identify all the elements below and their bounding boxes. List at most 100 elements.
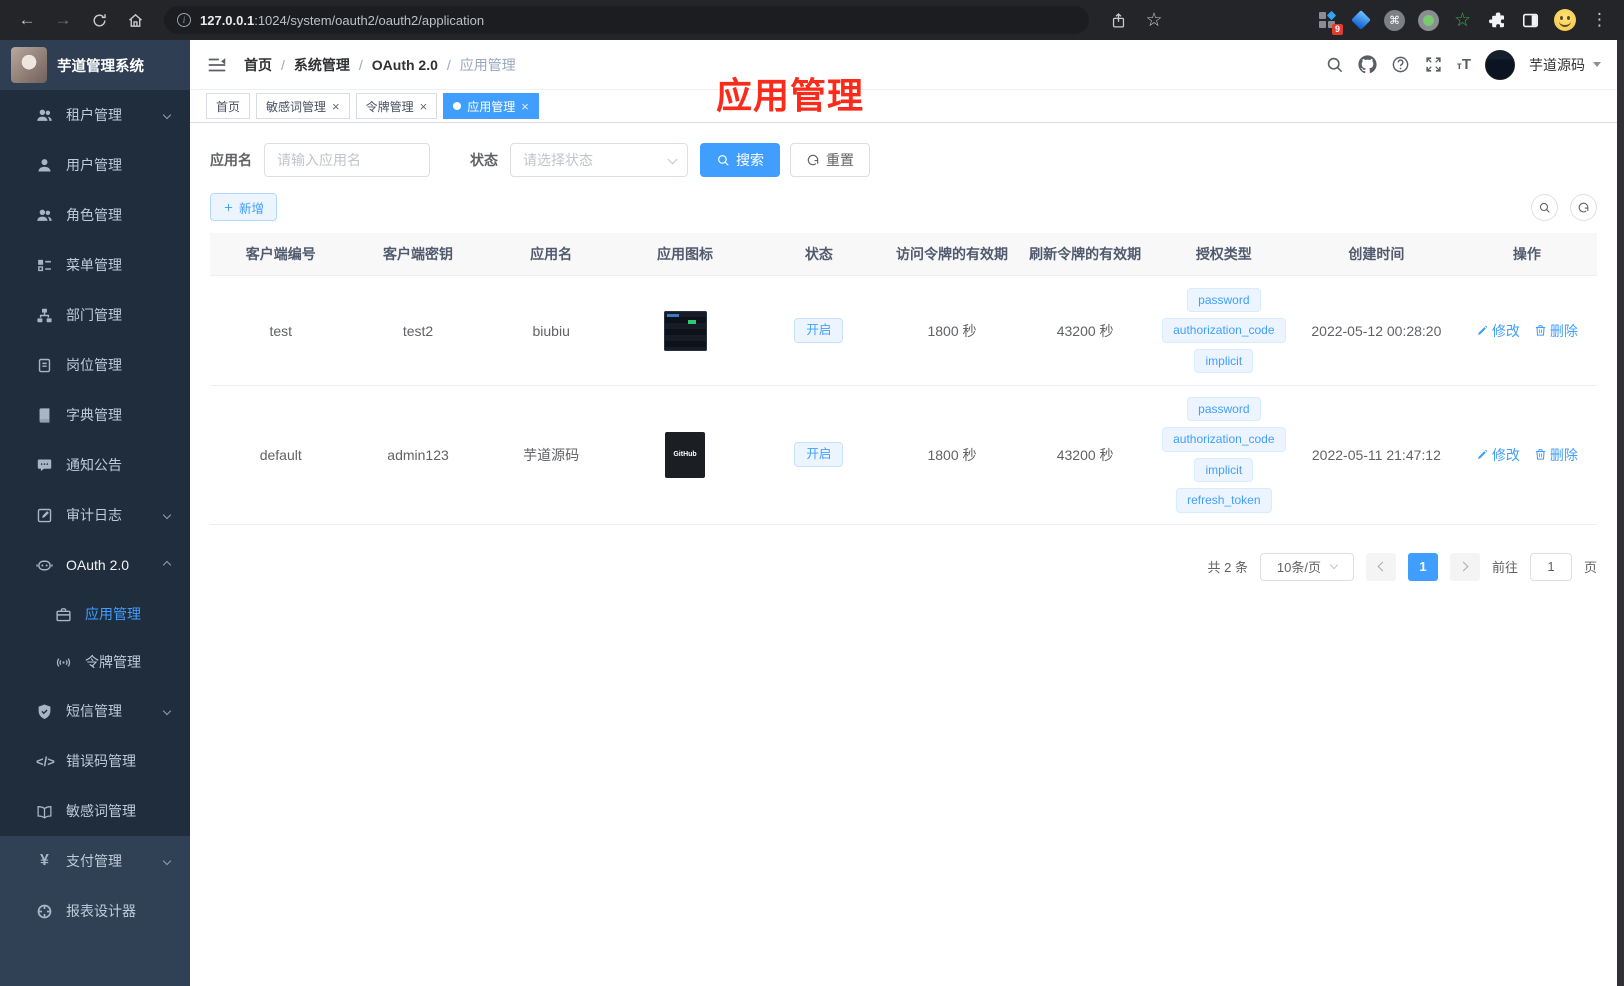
- delete-link[interactable]: 删除: [1534, 445, 1578, 465]
- chevron-down-icon: [162, 510, 172, 520]
- next-page-button[interactable]: [1449, 552, 1480, 581]
- edit-link[interactable]: 修改: [1476, 445, 1520, 465]
- tab-sensitive-word[interactable]: 敏感词管理 ×: [256, 93, 350, 119]
- sidebar-item-user[interactable]: 用户管理: [0, 140, 190, 190]
- sidebar-item-report-designer[interactable]: 报表设计器: [0, 886, 190, 936]
- sidebar-item-oauth2-application[interactable]: 应用管理: [0, 590, 190, 638]
- show-search-button[interactable]: [1531, 193, 1558, 221]
- close-icon[interactable]: ×: [332, 100, 340, 113]
- browser-menu-icon[interactable]: ⋮: [1587, 10, 1612, 30]
- side-panel-icon[interactable]: [1519, 9, 1542, 32]
- sidebar-item-tenant[interactable]: 租户管理: [0, 90, 190, 140]
- chevron-down-icon: [1329, 560, 1339, 570]
- extension-badge: 9: [1331, 23, 1343, 35]
- sidebar-item-post[interactable]: 岗位管理: [0, 340, 190, 390]
- user-avatar[interactable]: [1485, 49, 1515, 80]
- total-count: 共 2 条: [1207, 560, 1248, 576]
- sidebar-collapse-icon[interactable]: [206, 54, 228, 76]
- cell-actions: 修改 删除: [1457, 437, 1597, 473]
- tab-token[interactable]: 令牌管理 ×: [355, 93, 438, 119]
- fullscreen-icon[interactable]: [1424, 55, 1443, 74]
- sidebar-item-notice[interactable]: 通知公告: [0, 440, 190, 490]
- cell-grant-types: password authorization_code implicit: [1152, 277, 1296, 384]
- grant-type-tag: password: [1187, 287, 1261, 313]
- breadcrumb-system[interactable]: 系统管理: [294, 55, 350, 75]
- app-name-input[interactable]: [264, 143, 430, 177]
- table-row: default admin123 芋道源码 GitHub 开启 1800 秒 4…: [210, 386, 1597, 525]
- profile-avatar-icon[interactable]: [1553, 9, 1576, 32]
- breadcrumb-home[interactable]: 首页: [244, 55, 272, 75]
- sidebar-item-menu[interactable]: 菜单管理: [0, 240, 190, 290]
- extension-kite-icon[interactable]: [1349, 9, 1372, 32]
- page-size-select[interactable]: 10条/页: [1259, 552, 1354, 581]
- tab-home[interactable]: 首页: [206, 93, 251, 119]
- table-header-row: 客户端编号 客户端密钥 应用名 应用图标 状态 访问令牌的有效期 刷新令牌的有效…: [210, 233, 1597, 276]
- cell-access-validity: 1800 秒: [927, 446, 977, 463]
- search-icon[interactable]: [1325, 55, 1344, 74]
- prev-page-button[interactable]: [1365, 552, 1396, 581]
- user-menu-caret-icon[interactable]: [1593, 62, 1601, 67]
- github-icon[interactable]: [1358, 55, 1377, 74]
- plus-icon: [224, 203, 233, 211]
- extension-command-icon[interactable]: ⌘: [1383, 9, 1406, 32]
- current-page-button[interactable]: 1: [1407, 552, 1438, 581]
- close-icon[interactable]: ×: [521, 100, 529, 113]
- pagination: 共 2 条 10条/页 1 前往 页: [210, 552, 1597, 611]
- tab-application[interactable]: 应用管理 ×: [443, 93, 539, 119]
- help-icon[interactable]: [1391, 55, 1410, 74]
- grant-type-tag: implicit: [1194, 457, 1254, 483]
- table-row: test test2 biubiu 开启 1800 秒 43200 秒 pass…: [210, 276, 1597, 386]
- browser-forward-button[interactable]: →: [48, 5, 78, 35]
- extensions-puzzle-icon[interactable]: [1485, 9, 1508, 32]
- goto-page-input[interactable]: [1529, 552, 1572, 581]
- col-status: 状态: [804, 246, 833, 262]
- breadcrumb: 首页 / 系统管理 / OAuth 2.0 / 应用管理: [244, 55, 516, 75]
- chevron-up-icon: [162, 560, 172, 570]
- sidebar-item-label: OAuth 2.0: [66, 557, 130, 573]
- cell-actions: 修改 删除: [1457, 313, 1597, 349]
- sidebar-item-label: 审计日志: [66, 507, 122, 523]
- sidebar-item-oauth2-token[interactable]: 令牌管理: [0, 638, 190, 686]
- extension-grid-icon[interactable]: 9: [1315, 9, 1343, 35]
- sidebar-item-dept[interactable]: 部门管理: [0, 290, 190, 340]
- browser-reload-button[interactable]: [84, 5, 114, 35]
- status-select[interactable]: [510, 143, 688, 177]
- add-button[interactable]: 新增: [210, 193, 278, 221]
- delete-link[interactable]: 删除: [1534, 321, 1578, 341]
- site-info-icon[interactable]: i: [177, 13, 191, 27]
- extension-record-icon[interactable]: [1417, 9, 1440, 32]
- url-path: :1024/system/oauth2/oauth2/application: [254, 12, 485, 28]
- sidebar-item-error-code[interactable]: </> 错误码管理: [0, 736, 190, 786]
- sidebar-item-oauth2[interactable]: OAuth 2.0: [0, 540, 190, 590]
- edit-link[interactable]: 修改: [1476, 321, 1520, 341]
- breadcrumb-oauth2[interactable]: OAuth 2.0: [372, 57, 438, 73]
- grant-type-tag: authorization_code: [1162, 427, 1286, 452]
- reset-button[interactable]: 重置: [790, 143, 870, 177]
- bookmark-star-icon[interactable]: ☆: [1139, 5, 1169, 35]
- browser-back-button[interactable]: ←: [12, 5, 42, 35]
- search-button[interactable]: 搜索: [700, 143, 780, 177]
- sidebar-item-sensitive-word[interactable]: 敏感词管理: [0, 786, 190, 836]
- sidebar-item-payment[interactable]: ¥ 支付管理: [0, 836, 190, 886]
- logo-image: [11, 47, 47, 83]
- col-grant-types: 授权类型: [1195, 246, 1252, 262]
- refresh-table-button[interactable]: [1570, 193, 1597, 221]
- extension-star-icon[interactable]: ☆: [1451, 9, 1474, 32]
- chevron-down-icon: [162, 110, 172, 120]
- font-size-icon[interactable]: тT: [1457, 56, 1471, 73]
- sidebar-item-audit-log[interactable]: 审计日志: [0, 490, 190, 540]
- sidebar-item-role[interactable]: 角色管理: [0, 190, 190, 240]
- address-bar[interactable]: i 127.0.0.1:1024/system/oauth2/oauth2/ap…: [164, 6, 1089, 34]
- status-badge: 开启: [794, 442, 844, 468]
- sidebar-item-dict[interactable]: 字典管理: [0, 390, 190, 440]
- sidebar-item-label: 租户管理: [66, 107, 122, 123]
- breadcrumb-current: 应用管理: [459, 56, 516, 73]
- close-icon[interactable]: ×: [420, 100, 428, 113]
- username[interactable]: 芋道源码: [1529, 55, 1585, 75]
- browser-home-button[interactable]: [120, 5, 150, 35]
- sidebar-item-label: 字典管理: [66, 407, 122, 423]
- share-icon[interactable]: [1103, 5, 1133, 35]
- code-icon: </>: [36, 753, 55, 769]
- app-logo[interactable]: 芋道管理系统: [0, 40, 190, 90]
- sidebar-item-sms[interactable]: 短信管理: [0, 686, 190, 736]
